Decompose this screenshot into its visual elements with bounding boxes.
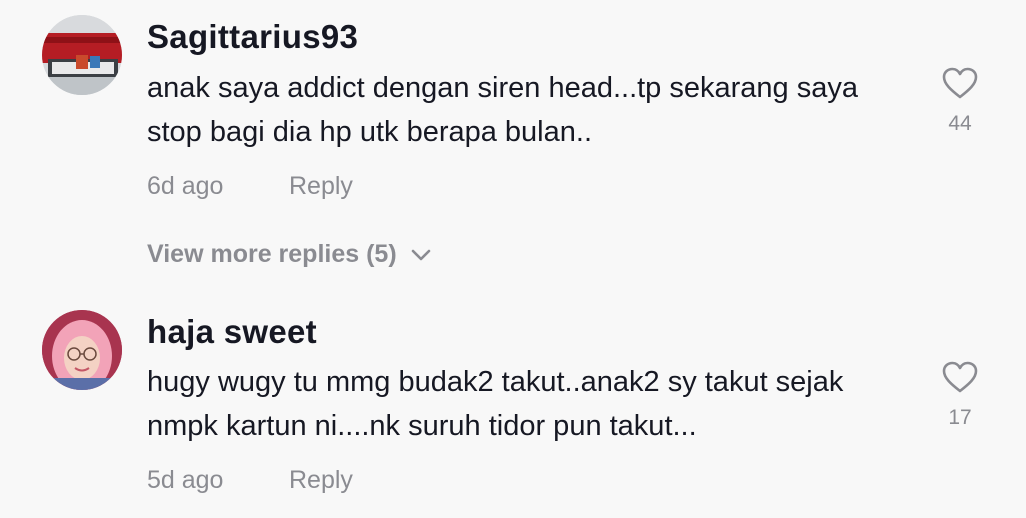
heart-outline-icon (942, 67, 978, 99)
avatar-image (42, 15, 122, 95)
comment-username[interactable]: Sagittarius93 (147, 18, 358, 56)
chevron-down-icon (411, 249, 430, 260)
comment-text: hugy wugy tu mmg budak2 takut..anak2 sy … (147, 366, 844, 442)
comment-time: 5d ago (147, 466, 224, 494)
comment-username[interactable]: haja sweet (147, 313, 317, 351)
avatar-image (42, 310, 122, 390)
comment-meta: 5d ago Reply (147, 466, 353, 495)
view-more-replies-button[interactable]: View more replies (5) (147, 240, 431, 269)
reply-button[interactable]: Reply (289, 172, 353, 201)
like-count: 17 (948, 406, 972, 429)
heart-outline-icon (942, 361, 978, 393)
comment-time: 6d ago (147, 172, 224, 200)
comment-text: anak saya addict dengan siren head...tp … (147, 72, 858, 148)
like-button[interactable]: 44 (938, 66, 982, 136)
like-button[interactable]: 17 (938, 360, 982, 430)
like-count: 44 (948, 112, 972, 135)
view-more-replies-label: View more replies (5) (147, 240, 397, 268)
comment-meta: 6d ago Reply (147, 172, 353, 201)
reply-button[interactable]: Reply (289, 466, 353, 495)
avatar[interactable] (42, 310, 122, 390)
avatar[interactable] (42, 15, 122, 95)
